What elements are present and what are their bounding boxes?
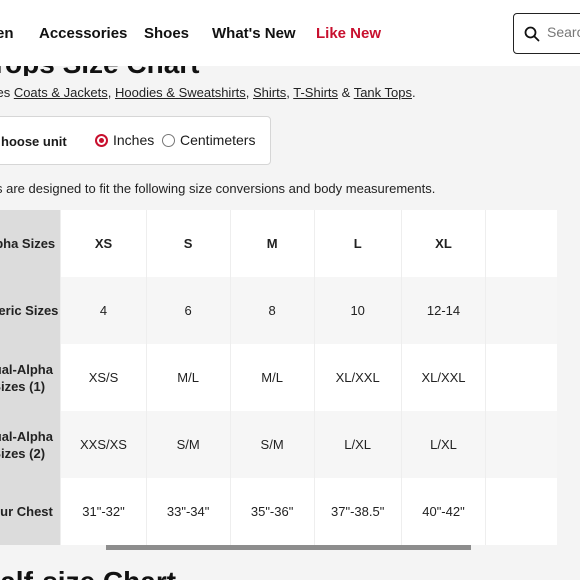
includes-separator: , (245, 85, 253, 100)
table-row: umeric Sizes 4 6 8 10 12-14 (0, 277, 557, 344)
table-cell: 6 (145, 277, 231, 344)
unit-label: hoose unit (1, 134, 67, 149)
table-cell: L/XL (400, 411, 486, 478)
table-row: Dual-Alpha Sizes (2) XXS/XS S/M S/M L/XL… (0, 411, 557, 478)
horizontal-scrollbar-thumb[interactable] (106, 545, 471, 550)
nav-item-like-new[interactable]: Like New (316, 25, 381, 42)
link-coats-jackets[interactable]: Coats & Jackets (14, 85, 108, 100)
nav-item-whats-new[interactable]: What's New (212, 25, 296, 42)
link-tank-tops[interactable]: Tank Tops (354, 85, 412, 100)
table-cell (485, 411, 557, 478)
radio-centimeters[interactable] (162, 134, 175, 147)
table-cell: XL/XXL (313, 344, 402, 411)
row-header: umeric Sizes (0, 277, 61, 344)
row-header: Alpha Sizes (0, 210, 61, 277)
table-row: Your Chest 31"-32" 33"-34" 35"-36" 37"-3… (0, 478, 557, 545)
table-cell: M/L (145, 344, 231, 411)
table-cell: S/M (145, 411, 231, 478)
table-cell: M/L (229, 344, 315, 411)
search-icon (524, 26, 540, 42)
nav-item-shoes[interactable]: Shoes (144, 25, 189, 42)
link-shirts[interactable]: Shirts (253, 85, 286, 100)
table-cell: 40"-42" (400, 478, 486, 545)
table-row: Alpha Sizes XS S M L XL (0, 210, 557, 277)
includes-line: udes Coats & Jackets, Hoodies & Sweatshi… (0, 85, 416, 100)
radio-inches[interactable] (95, 134, 108, 147)
nav-item-men[interactable]: en (0, 25, 14, 42)
link-t-shirts[interactable]: T-Shirts (293, 85, 338, 100)
table-cell: XXS/XS (60, 411, 147, 478)
nav-item-accessories[interactable]: Accessories (39, 25, 127, 42)
table-cell: 4 (60, 277, 147, 344)
unit-selector: hoose unit Inches Centimeters (0, 116, 271, 165)
table-cell: S (145, 210, 231, 277)
table-cell: 8 (229, 277, 315, 344)
size-chart-table: Alpha Sizes XS S M L XL umeric Sizes 4 6… (0, 210, 557, 545)
row-header: Dual-Alpha Sizes (1) (0, 344, 61, 411)
table-cell: 31"-32" (60, 478, 147, 545)
table-row: Dual-Alpha Sizes (1) XS/S M/L M/L XL/XXL… (0, 344, 557, 411)
table-cell: XS/S (60, 344, 147, 411)
radio-inches-label[interactable]: Inches (113, 132, 154, 148)
table-cell: 12-14 (400, 277, 486, 344)
row-header: Your Chest (0, 478, 61, 545)
top-navigation: en Accessories Shoes What's New Like New (0, 0, 580, 66)
table-cell: XL (400, 210, 486, 277)
next-section-title: Half-size Chart (0, 566, 176, 580)
table-cell: L/XL (313, 411, 402, 478)
includes-separator: & (338, 85, 354, 100)
size-note: s are designed to fit the following size… (0, 181, 436, 196)
table-cell: 33"-34" (145, 478, 231, 545)
table-cell: 37"-38.5" (313, 478, 402, 545)
table-cell: L (313, 210, 402, 277)
includes-prefix: udes (0, 85, 11, 100)
row-header: Dual-Alpha Sizes (2) (0, 411, 61, 478)
table-cell: XS (60, 210, 147, 277)
table-cell: 35"-36" (229, 478, 315, 545)
table-cell: S/M (229, 411, 315, 478)
table-cell: XL/XXL (400, 344, 486, 411)
table-cell (485, 344, 557, 411)
radio-centimeters-label[interactable]: Centimeters (180, 132, 255, 148)
link-hoodies-sweatshirts[interactable]: Hoodies & Sweatshirts (115, 85, 246, 100)
table-cell: M (229, 210, 315, 277)
includes-suffix: . (412, 85, 416, 100)
table-cell (485, 210, 557, 277)
search-input[interactable] (547, 24, 580, 40)
next-section-region: Half-size Chart (0, 566, 580, 580)
page-title: Tops Size Chart (0, 66, 200, 76)
table-cell (485, 277, 557, 344)
includes-separator: , (107, 85, 115, 100)
page-title-region: Tops Size Chart (0, 66, 580, 76)
search-box[interactable] (513, 13, 580, 54)
table-cell (485, 478, 557, 545)
table-cell: 10 (313, 277, 402, 344)
